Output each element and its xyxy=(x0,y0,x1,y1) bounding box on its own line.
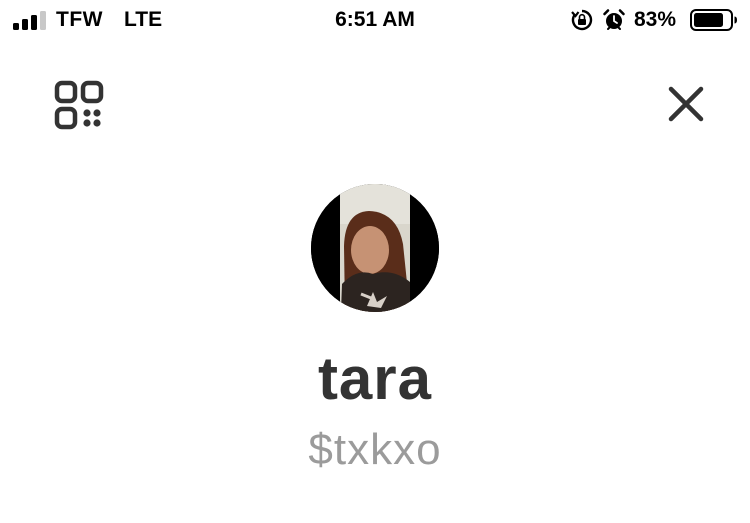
qr-code-button[interactable] xyxy=(54,80,106,130)
close-icon xyxy=(668,86,704,122)
orientation-lock-icon xyxy=(571,9,593,31)
alarm-icon xyxy=(603,9,625,30)
battery-icon xyxy=(690,9,737,31)
close-button[interactable] xyxy=(666,84,706,124)
profile-display-name: tara xyxy=(317,345,433,412)
battery-percent: 83% xyxy=(634,8,677,31)
qr-code-icon xyxy=(54,80,104,130)
avatar xyxy=(311,184,439,312)
profile-screen: TFW LTE 6:51 AM 83% tara $txkxo xyxy=(0,0,750,523)
profile-cashtag: $txkxo xyxy=(308,425,442,474)
profile-photo xyxy=(311,184,439,312)
status-bar: TFW LTE 6:51 AM 83% xyxy=(0,0,750,40)
